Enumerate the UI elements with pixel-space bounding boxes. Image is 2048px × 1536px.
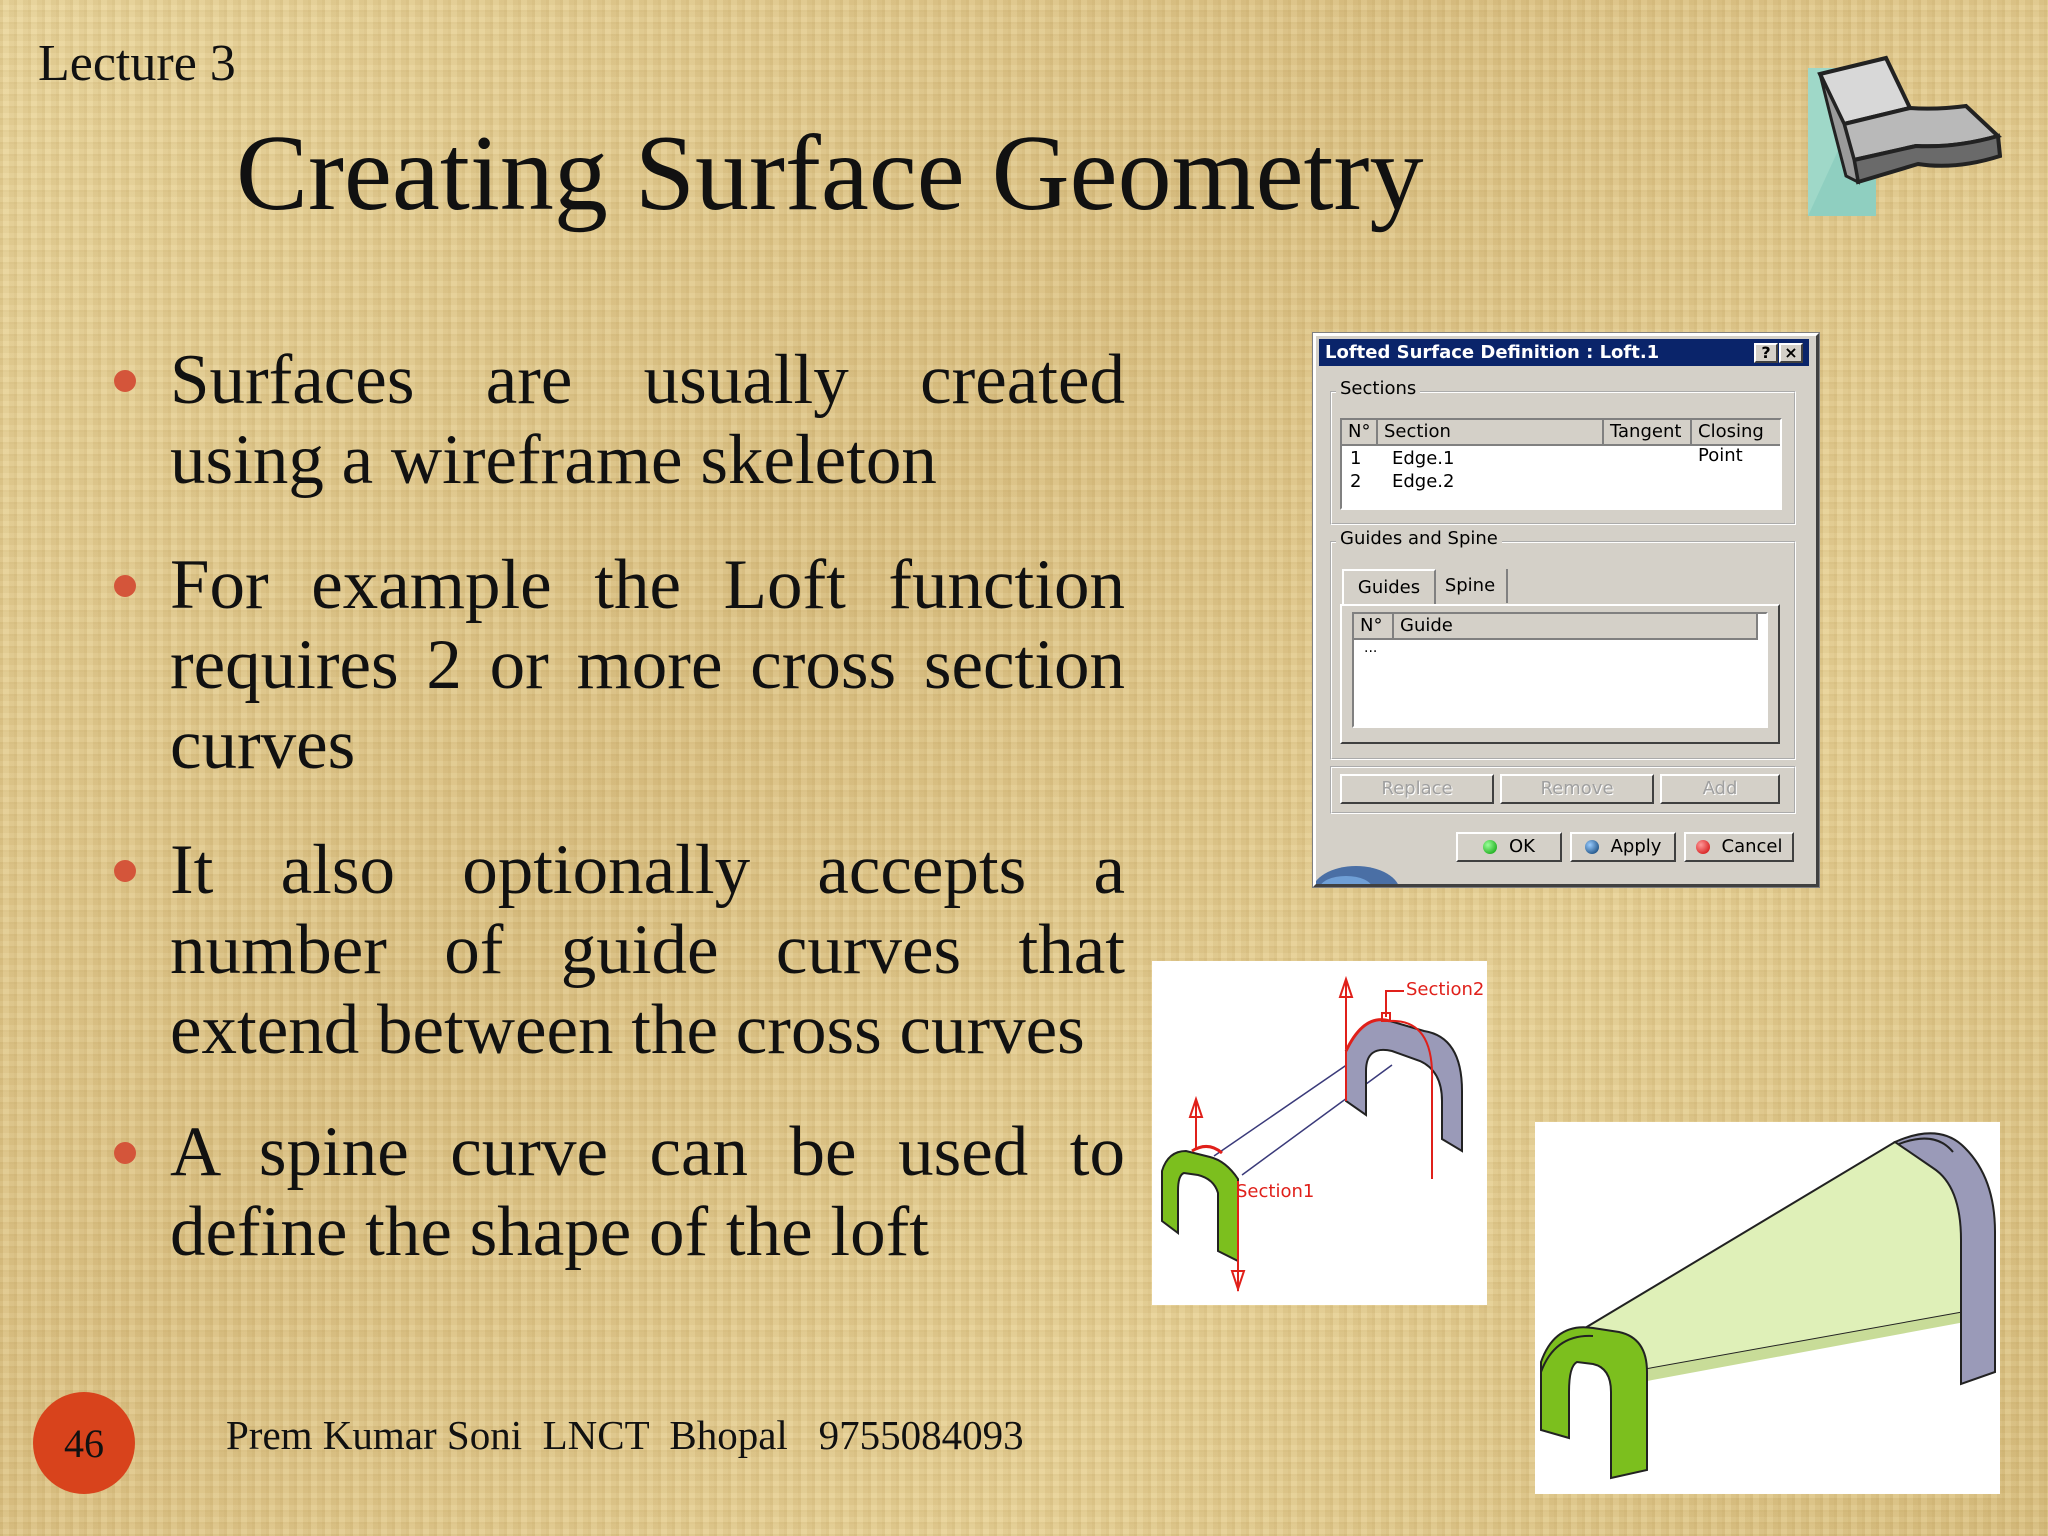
apply-label: Apply [1610,836,1662,857]
lecture-label: Lecture 3 [38,35,236,92]
add-button[interactable]: Add [1660,774,1780,804]
slide-title: Creating Surface Geometry [236,114,1424,233]
guides-tab-panel: N° Guide ... [1340,604,1780,744]
guides-col-header[interactable]: Guide [1394,614,1758,640]
section2-label: Section2 [1406,979,1484,1000]
sections-group-label: Sections [1336,378,1421,399]
guides-col-header[interactable]: N° [1354,614,1394,640]
help-button[interactable]: ? [1754,343,1778,363]
cancel-icon [1695,840,1710,854]
sections-table[interactable]: N° Section Tangent Closing Point 1 Edge.… [1340,418,1782,510]
apply-icon [1584,840,1599,854]
bullet-text: Surfaces are usually created using a wir… [170,341,1125,499]
row-number: 1 [1350,448,1362,469]
sections-col-header[interactable]: N° [1342,420,1378,446]
guides-spine-group-label: Guides and Spine [1336,528,1502,549]
page-number-badge: 46 [33,1392,135,1494]
bullet-text: For example the Loft function requires 2… [170,546,1125,784]
bullet-marker [114,575,136,597]
replace-button[interactable]: Replace [1340,774,1494,804]
dialog-title: Lofted Surface Definition : Loft.1 [1325,342,1660,363]
lofted-surface-dialog: Lofted Surface Definition : Loft.1 ? × S… [1313,333,1819,887]
loft-surface-figure [1535,1122,2000,1494]
apply-button[interactable]: Apply [1570,832,1676,862]
tab-spine[interactable]: Spine [1434,569,1508,603]
earth-decoration-icon [1316,866,1398,884]
guides-placeholder: ... [1364,640,1378,656]
loft-wireframe-figure: Section2 Section1 [1152,961,1487,1305]
slide: Lecture 3 Creating Surface Geometry Surf… [0,0,2048,1536]
bullet-marker [114,860,136,882]
sections-col-header[interactable]: Closing Point [1692,420,1780,466]
bullet-marker [114,370,136,392]
tab-guides[interactable]: Guides [1342,569,1436,605]
ok-label: OK [1509,836,1535,857]
row-number: 2 [1350,471,1362,492]
sections-col-header[interactable]: Tangent [1604,420,1692,446]
row-section: Edge.2 [1392,471,1455,492]
dialog-title-bar: Lofted Surface Definition : Loft.1 ? × [1319,339,1809,366]
ok-button[interactable]: OK [1456,832,1562,862]
bullet-text: A spine curve can be used to define the … [170,1113,1125,1271]
bullet-text: It also optionally accepts a number of g… [170,831,1125,1069]
footer-text: Prem Kumar Soni LNCT Bhopal 9755084093 [226,1412,1024,1458]
surface-logo-icon [1808,55,2002,216]
row-section: Edge.1 [1392,448,1455,469]
cancel-button[interactable]: Cancel [1684,832,1794,862]
bullet-marker [114,1142,136,1164]
ok-icon [1483,840,1497,854]
guides-table[interactable]: N° Guide ... [1352,612,1768,728]
close-button[interactable]: × [1779,343,1803,363]
remove-button[interactable]: Remove [1500,774,1654,804]
sections-col-header[interactable]: Section [1378,420,1604,446]
section1-label: Section1 [1236,1181,1314,1202]
cancel-label: Cancel [1721,836,1783,857]
